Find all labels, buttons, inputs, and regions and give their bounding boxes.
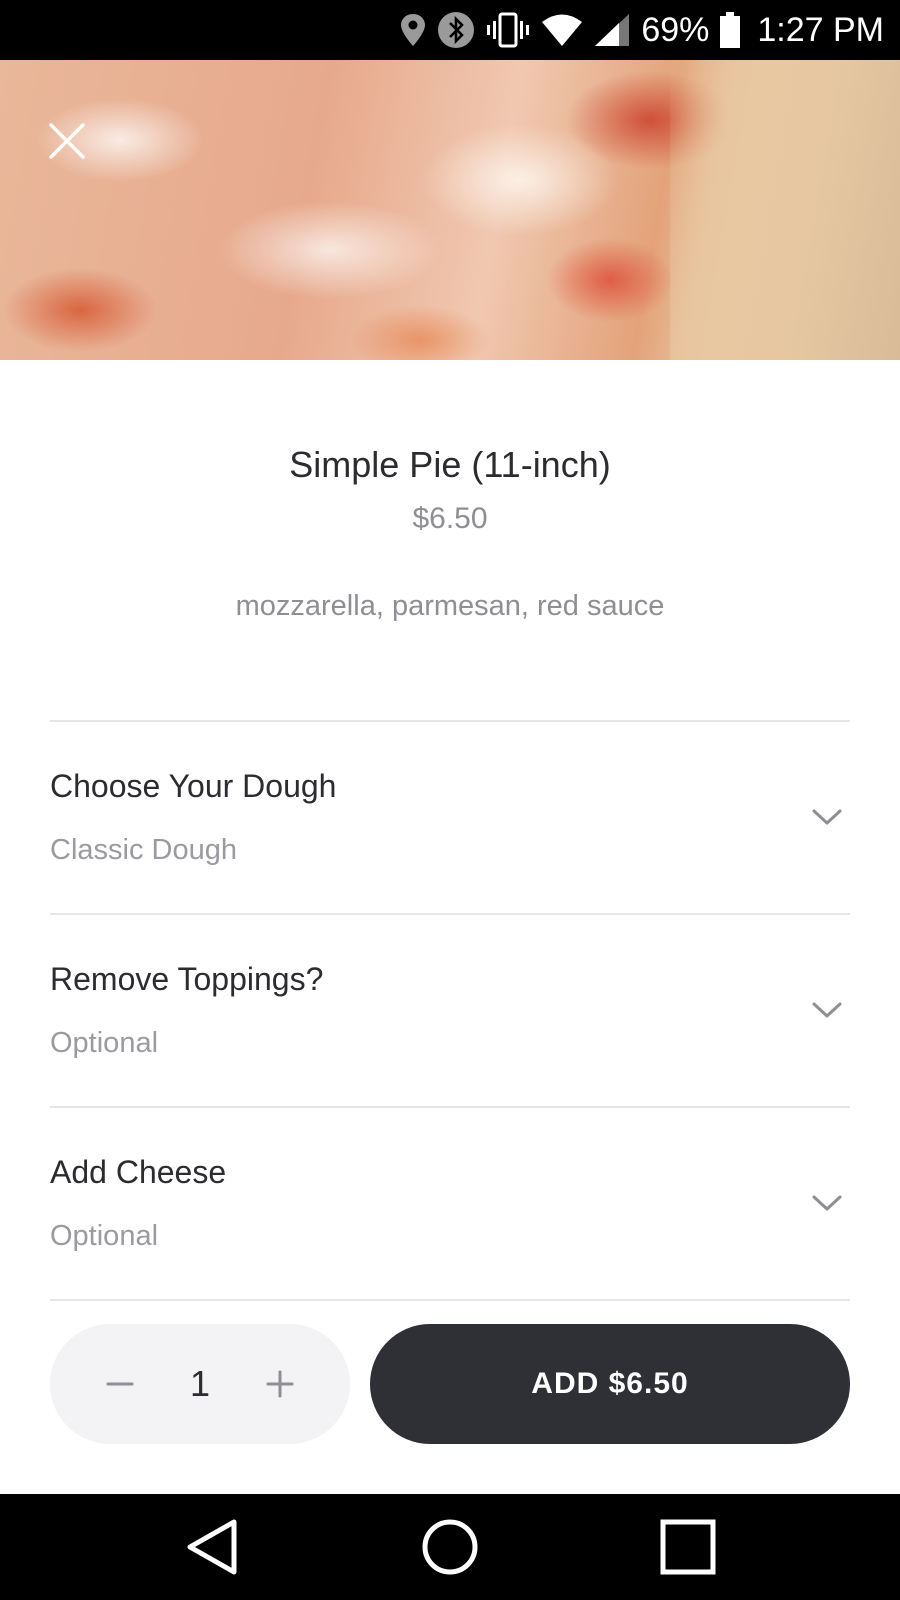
increment-button[interactable] [250, 1354, 310, 1414]
item-price: $6.50 [412, 502, 488, 535]
home-button[interactable] [410, 1512, 490, 1582]
close-button[interactable] [42, 116, 92, 166]
home-icon [422, 1519, 478, 1575]
option-remove-toppings[interactable]: Remove Toppings? Optional [50, 915, 850, 1105]
option-subtitle: Optional [50, 1027, 159, 1059]
option-subtitle: Classic Dough [50, 834, 237, 866]
minus-icon [106, 1382, 134, 1386]
navigation-bar [0, 1494, 900, 1600]
option-choose-dough[interactable]: Choose Your Dough Classic Dough [50, 722, 850, 912]
recents-button[interactable] [648, 1512, 728, 1582]
item-description: mozzarella, parmesan, red sauce [235, 590, 665, 622]
hero-crust-shading [670, 60, 900, 360]
status-time: 1:27 PM [757, 11, 884, 49]
plus-icon [266, 1370, 294, 1398]
battery-percent: 69% [641, 11, 710, 49]
option-title: Add Cheese [50, 1154, 227, 1190]
back-button[interactable] [172, 1512, 252, 1582]
chevron-down-icon[interactable] [810, 1186, 844, 1220]
battery-icon [719, 10, 741, 50]
quantity-stepper: 1 [50, 1324, 350, 1444]
signal-icon [593, 10, 631, 50]
vibrate-icon [485, 10, 531, 50]
item-hero-image [0, 60, 900, 360]
close-icon [49, 123, 85, 159]
bluetooth-icon [437, 10, 475, 50]
chevron-down-icon[interactable] [810, 800, 844, 834]
option-title: Remove Toppings? [50, 961, 324, 997]
chevron-down-icon[interactable] [810, 993, 844, 1027]
option-add-cheese[interactable]: Add Cheese Optional [50, 1108, 850, 1298]
divider [50, 1299, 850, 1301]
location-icon [399, 10, 427, 50]
item-title: Simple Pie (11-inch) [289, 444, 611, 485]
recents-icon [660, 1519, 716, 1575]
quantity-value: 1 [189, 1363, 211, 1404]
wifi-icon [541, 10, 583, 50]
add-button-label: ADD $6.50 [531, 1367, 689, 1400]
status-bar: 69% 1:27 PM [0, 0, 900, 60]
add-to-cart-button[interactable]: ADD $6.50 [370, 1324, 850, 1444]
back-icon [187, 1519, 237, 1575]
option-subtitle: Optional [50, 1220, 159, 1252]
decrement-button[interactable] [90, 1354, 150, 1414]
option-title: Choose Your Dough [50, 768, 337, 804]
